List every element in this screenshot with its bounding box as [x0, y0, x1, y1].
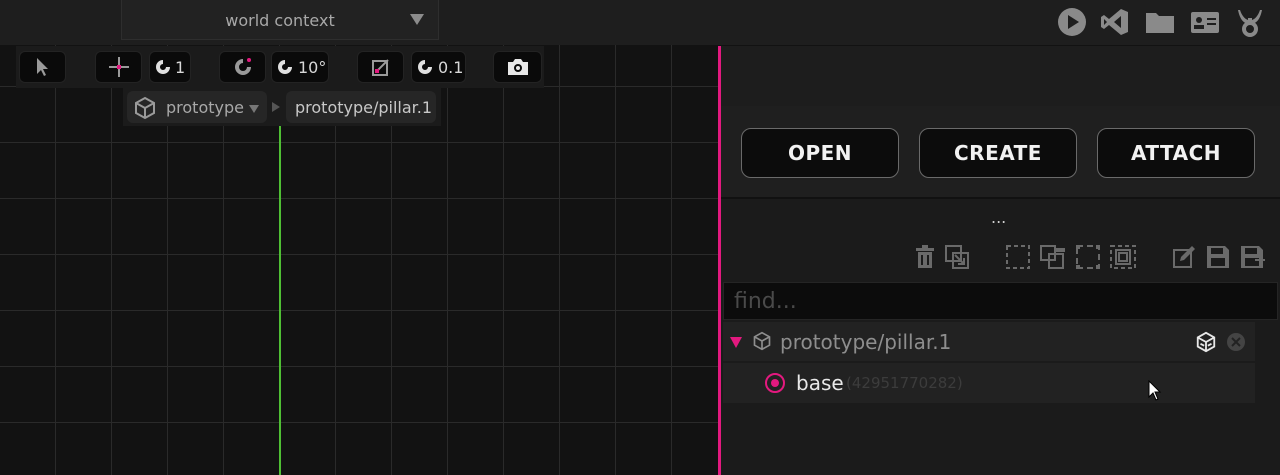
breadcrumb-path-label: prototype/pillar.1 [295, 98, 433, 117]
vscode-icon[interactable] [1099, 6, 1131, 38]
transform-toolbar: 1 10° 0.1 [16, 46, 544, 88]
rotate-tool-button[interactable] [219, 51, 266, 83]
save-icon[interactable] [1205, 244, 1231, 270]
create-button[interactable]: CREATE [919, 128, 1077, 178]
expand-triangle-icon[interactable] [730, 337, 742, 348]
cube-icon [135, 96, 155, 120]
radio-selected-icon[interactable] [765, 373, 785, 393]
play-icon[interactable] [1056, 6, 1088, 38]
rotate-icon [234, 58, 251, 75]
ungroup-icon[interactable] [1109, 244, 1137, 270]
cube-icon [753, 331, 771, 351]
camera-button[interactable] [493, 51, 542, 83]
chevron-down-icon [410, 14, 424, 25]
scale-snap-button[interactable]: 0.1 [411, 51, 466, 83]
magnet-icon [156, 60, 170, 74]
breadcrumb-separator-icon [272, 102, 280, 112]
scale-tool-button[interactable] [357, 51, 404, 83]
select-box-icon[interactable] [1005, 244, 1031, 270]
side-panel: OPEN CREATE ATTACH ... find... prototype… [721, 46, 1280, 475]
rotate-snap-button[interactable]: 10° [271, 51, 329, 83]
tree-node-label: prototype/pillar.1 [780, 330, 952, 354]
scale-icon [371, 59, 389, 76]
magnet-icon [278, 60, 292, 74]
attach-button[interactable]: ATTACH [1097, 128, 1255, 178]
camera-icon [507, 59, 528, 75]
axis-line [279, 88, 281, 475]
close-circle-icon[interactable] [1226, 332, 1246, 352]
tree-node-id: (42951770282) [846, 374, 963, 392]
chevron-down-icon [249, 105, 259, 113]
scale-snap-value: 0.1 [438, 58, 464, 77]
id-card-icon[interactable] [1189, 6, 1221, 38]
select-dashed-icon[interactable] [1075, 244, 1101, 270]
context-select[interactable]: world context [121, 0, 439, 40]
more-indicator[interactable]: ... [991, 208, 1006, 227]
translate-tool-button[interactable] [95, 51, 142, 83]
find-input[interactable] [723, 282, 1278, 320]
translate-snap-value: 1 [175, 58, 186, 77]
context-select-label: world context [225, 11, 335, 30]
tree-node-label: base [796, 371, 844, 395]
tree-node-root[interactable]: prototype/pillar.1 [723, 322, 1255, 361]
action-bar: OPEN CREATE ATTACH [721, 106, 1280, 199]
select-arrow-icon [36, 58, 48, 76]
trash-icon[interactable] [913, 244, 937, 270]
panel-header [721, 46, 1280, 107]
breadcrumb: prototype prototype/pillar.1 [123, 88, 441, 126]
open-button[interactable]: OPEN [741, 128, 899, 178]
mouse-cursor-icon [1148, 380, 1162, 401]
group-icon[interactable] [1039, 244, 1067, 270]
rotate-snap-value: 10° [298, 58, 327, 77]
prototype-select[interactable]: prototype [127, 91, 267, 123]
select-tool-button[interactable] [19, 51, 66, 83]
prototype-cube-icon[interactable] [1195, 331, 1217, 353]
move-icon [108, 57, 129, 77]
prototype-select-label: prototype [166, 98, 244, 117]
folder-icon[interactable] [1144, 6, 1176, 38]
translate-snap-button[interactable]: 1 [149, 51, 191, 83]
tree-node-child[interactable]: base (42951770282) [723, 363, 1255, 403]
magnet-icon [418, 60, 432, 74]
horn-logo-icon[interactable] [1234, 6, 1266, 38]
duplicate-icon[interactable] [944, 244, 970, 270]
save-as-icon[interactable] [1239, 244, 1267, 270]
edit-icon[interactable] [1171, 244, 1197, 270]
breadcrumb-path[interactable]: prototype/pillar.1 [286, 91, 436, 123]
